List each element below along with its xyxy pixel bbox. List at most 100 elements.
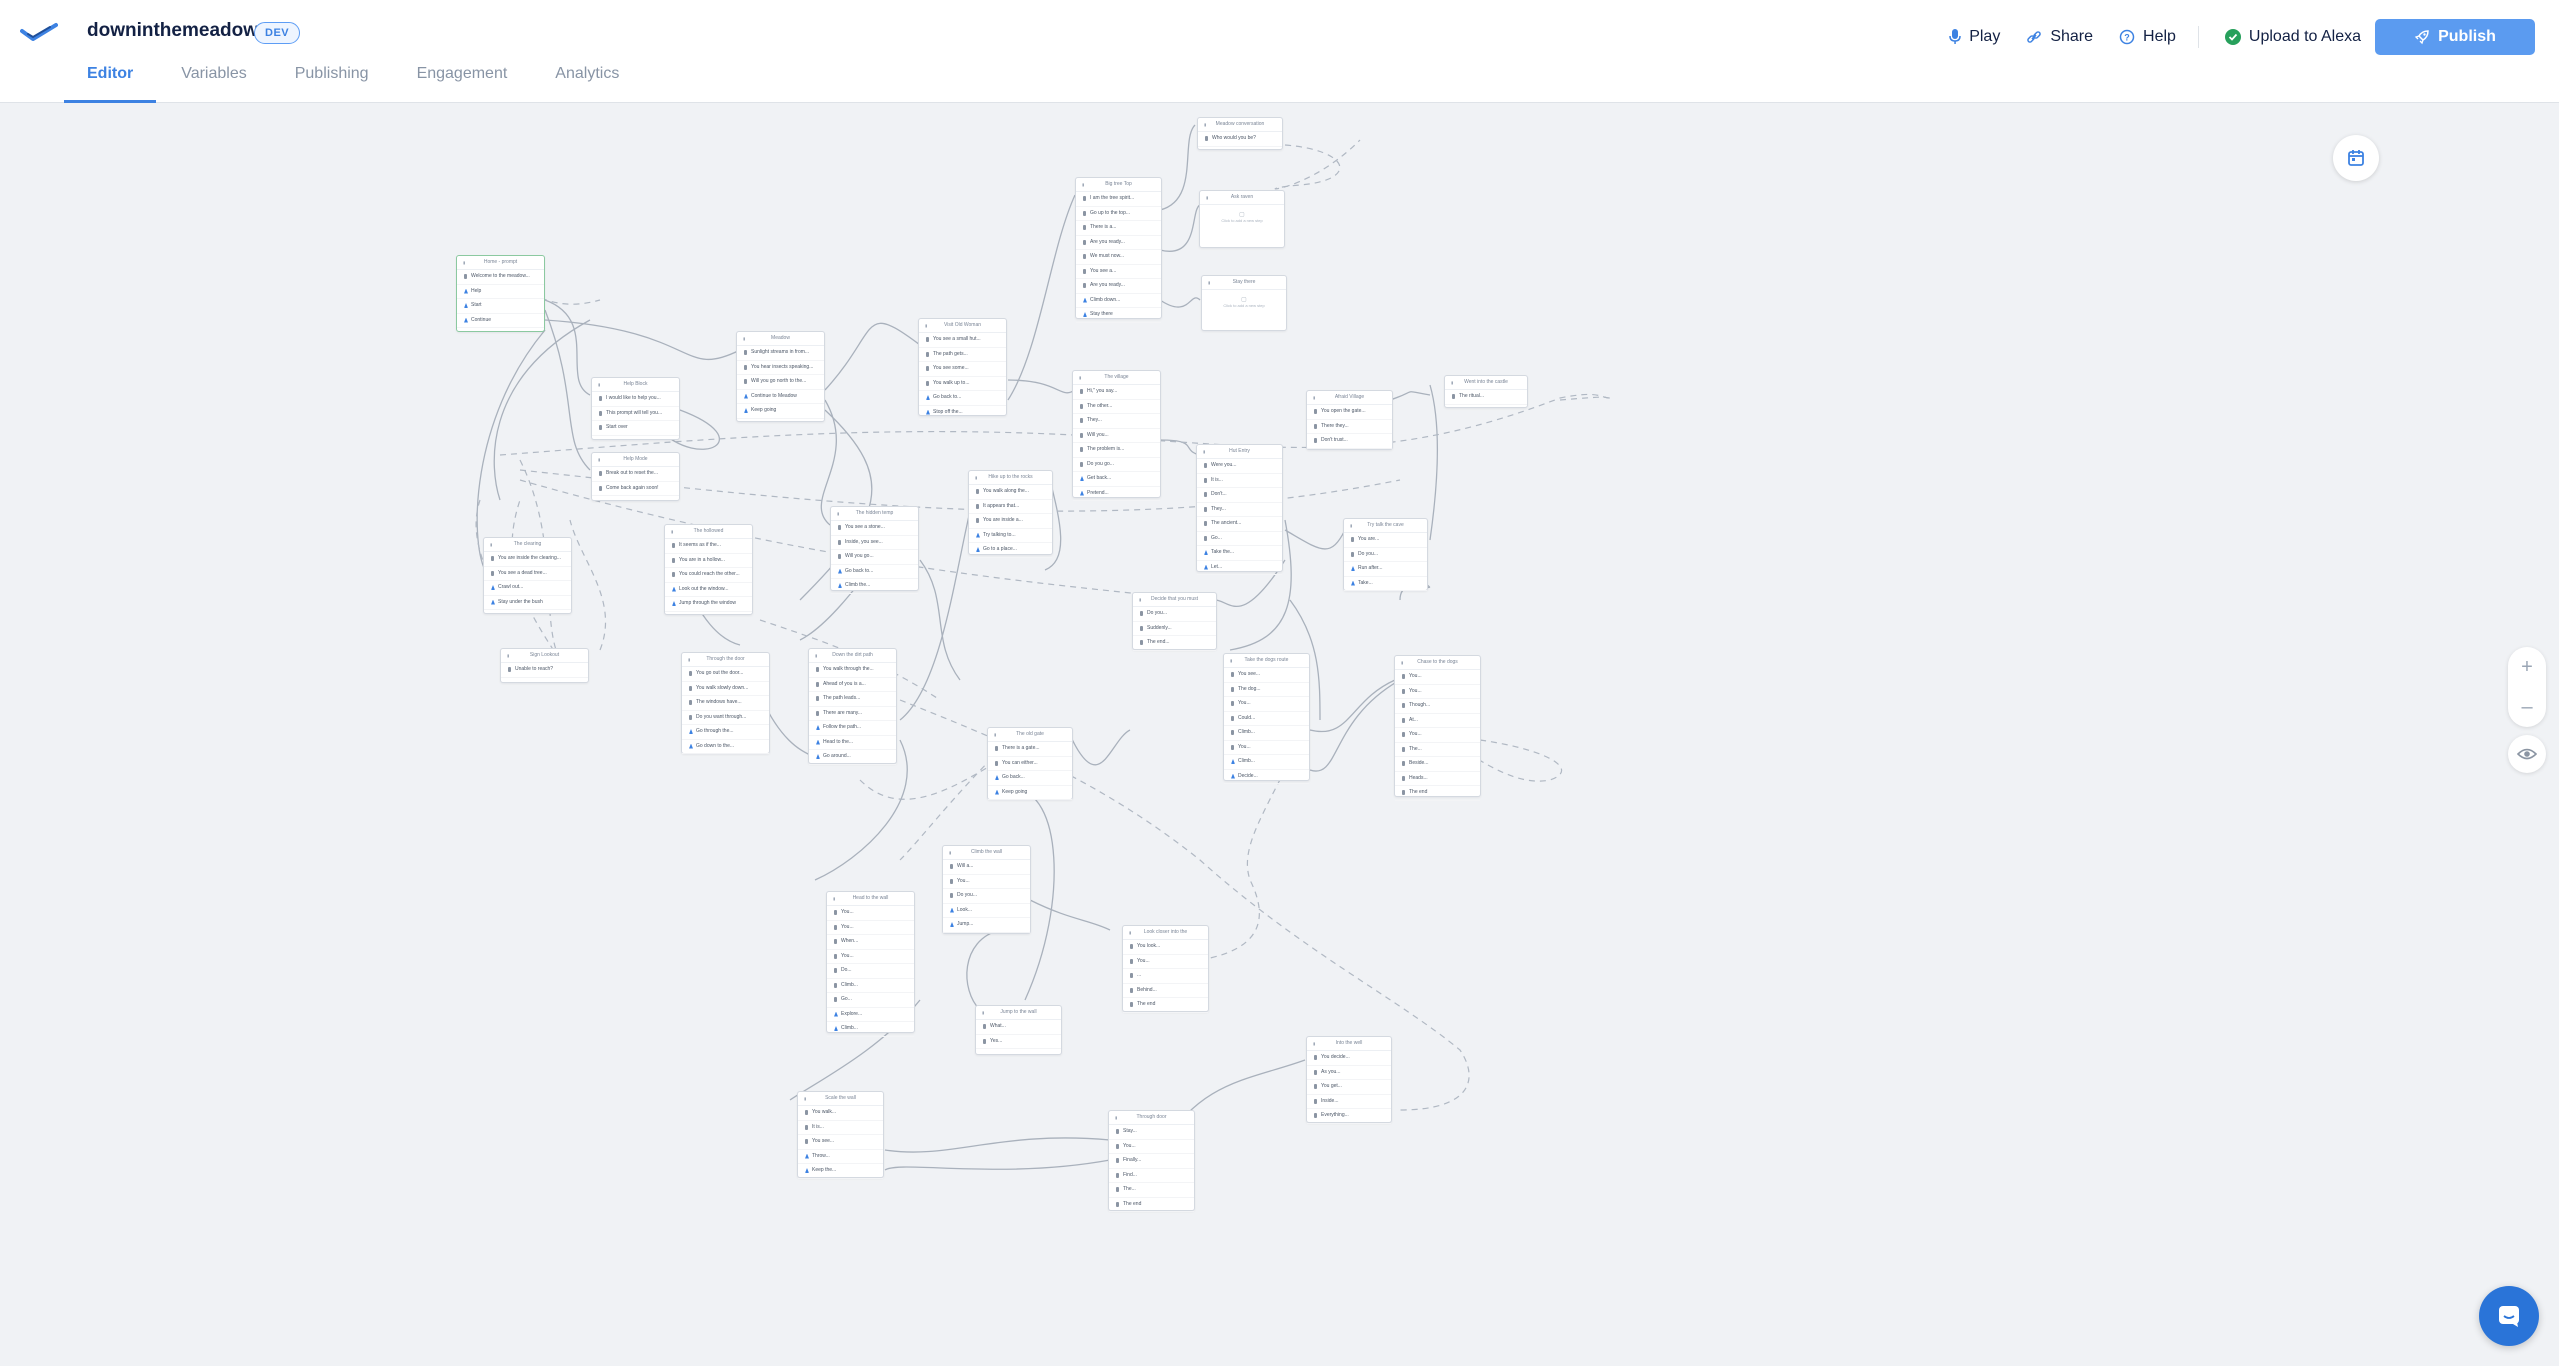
block-step[interactable]: Head to the... <box>809 736 896 750</box>
block-old-gate[interactable]: The old gate There is a gate... You can … <box>987 727 1073 800</box>
block-step[interactable]: You could reach the other... <box>665 568 752 583</box>
block-step[interactable]: Come back again soon! <box>592 482 679 496</box>
block-step[interactable]: Jump through the window <box>665 597 752 612</box>
block-step[interactable]: It is... <box>1197 474 1282 488</box>
block-step[interactable]: The... <box>1109 1183 1194 1198</box>
block-step[interactable]: Ahead of you is a... <box>809 678 896 692</box>
block-step[interactable]: Were you... <box>1197 459 1282 474</box>
block-step[interactable]: You look... <box>1123 940 1208 955</box>
block-step[interactable]: Though... <box>1395 699 1480 714</box>
block-step[interactable]: You... <box>943 875 1030 889</box>
block-hollowed[interactable]: The hollowed It seems as if the... You a… <box>664 524 753 615</box>
block-step[interactable]: Go... <box>1197 532 1282 546</box>
share-button[interactable]: Share <box>2026 28 2093 46</box>
block-step[interactable]: It appears that... <box>969 500 1052 514</box>
block-step[interactable]: Stay under the bush <box>484 596 571 610</box>
block-down-dirt-path[interactable]: Down the dirt path You walk through the.… <box>808 648 897 765</box>
block-step[interactable]: Continue to Meadow <box>737 390 824 404</box>
tab-engagement[interactable]: Engagement <box>417 56 508 103</box>
block-step[interactable]: You walk along the... <box>969 485 1052 500</box>
add-block-button[interactable] <box>2333 135 2379 181</box>
voiceflow-logo-icon[interactable] <box>20 22 58 44</box>
block-step[interactable]: Go back... <box>988 771 1072 786</box>
block-step[interactable]: Finally... <box>1109 1154 1194 1169</box>
block-step[interactable]: There is a gate... <box>988 742 1072 757</box>
block-step[interactable]: You decide... <box>1307 1051 1391 1066</box>
block-step[interactable]: Look out the window... <box>665 583 752 597</box>
zoom-in-button[interactable]: + <box>2508 647 2546 687</box>
block-step[interactable]: There are many... <box>809 707 896 721</box>
block-step[interactable]: You open the gate... <box>1307 405 1392 420</box>
block-step[interactable]: The path gets... <box>919 348 1006 362</box>
block-step[interactable]: You walk up to... <box>919 377 1006 391</box>
block-step[interactable]: They... <box>1073 414 1160 429</box>
block-step[interactable]: You see... <box>1224 668 1309 683</box>
block-step[interactable]: Look... <box>943 904 1030 918</box>
block-step[interactable]: You... <box>827 950 914 964</box>
block-step[interactable]: Go through the... <box>682 725 769 740</box>
block-step[interactable]: You get... <box>1307 1080 1391 1095</box>
block-step[interactable]: I would like to help you... <box>592 392 679 407</box>
project-name[interactable]: downinthemeadow <box>87 20 258 42</box>
block-into-the-well[interactable]: Into the well You decide... As you... Yo… <box>1306 1036 1392 1124</box>
block-step[interactable]: You... <box>1109 1140 1194 1154</box>
block-step[interactable]: Go... <box>827 993 914 1008</box>
block-step[interactable]: Behind... <box>1123 984 1208 998</box>
tab-variables[interactable]: Variables <box>181 56 247 103</box>
block-step[interactable]: Everything... <box>1307 1109 1391 1124</box>
block-step[interactable]: Continue <box>457 314 544 328</box>
block-step[interactable]: You can either... <box>988 757 1072 771</box>
support-chat-button[interactable] <box>2479 1286 2539 1346</box>
block-afraid-village[interactable]: Afraid Village You open the gate... Ther… <box>1306 390 1393 450</box>
block-clearing[interactable]: The clearing You are inside the clearing… <box>483 537 572 614</box>
block-jump-to-wall[interactable]: Jump to the wall What... Yes... <box>975 1005 1062 1055</box>
block-step[interactable]: Keep the... <box>798 1164 883 1179</box>
block-step[interactable]: Will a... <box>943 860 1030 875</box>
play-button[interactable]: Play <box>1949 28 2000 46</box>
block-step[interactable]: The ritual... <box>1445 390 1527 405</box>
block-step[interactable]: Don't trust... <box>1307 434 1392 449</box>
block-step[interactable]: Yes... <box>976 1035 1061 1049</box>
block-through-door[interactable]: Through door Stay... You... Finally... F… <box>1108 1110 1195 1212</box>
block-step[interactable]: Climb... <box>1224 755 1309 770</box>
help-button[interactable]: ? Help <box>2119 28 2176 46</box>
block-step[interactable]: Will you go north to the... <box>737 375 824 390</box>
block-step[interactable]: Will you go... <box>831 550 918 565</box>
block-step[interactable]: The ancient... <box>1197 517 1282 532</box>
block-step[interactable]: You are... <box>1344 533 1427 548</box>
block-step[interactable]: There is a... <box>1076 221 1161 236</box>
preview-toggle-button[interactable] <box>2508 735 2546 773</box>
block-step[interactable]: Break out to reset the... <box>592 467 679 482</box>
block-step[interactable]: Stop off the... <box>919 406 1006 420</box>
block-step[interactable]: The end... <box>1133 636 1216 651</box>
block-step[interactable]: As you... <box>1307 1066 1391 1080</box>
block-step[interactable]: You... <box>1395 670 1480 685</box>
block-step[interactable]: You... <box>1395 728 1480 743</box>
block-step[interactable]: You are in a hollow... <box>665 554 752 568</box>
block-step[interactable]: Crawl out... <box>484 581 571 596</box>
block-step[interactable]: Start <box>457 299 544 314</box>
block-went-into-castle[interactable]: Went into the castle The ritual... <box>1444 375 1528 408</box>
block-step[interactable]: The end <box>1123 998 1208 1013</box>
block-step[interactable]: You see some... <box>919 362 1006 377</box>
block-step[interactable]: It seems as if the... <box>665 539 752 554</box>
block-step[interactable]: When... <box>827 935 914 950</box>
block-step[interactable]: Sunlight streams in from... <box>737 346 824 361</box>
block-step[interactable]: You hear insects speaking... <box>737 361 824 375</box>
block-step[interactable]: The windows have... <box>682 696 769 711</box>
block-step[interactable]: You walk through the... <box>809 663 896 678</box>
block-step[interactable]: The other... <box>1073 400 1160 414</box>
block-step[interactable]: Keep going <box>988 786 1072 800</box>
block-step[interactable]: Go back to... <box>919 391 1006 406</box>
block-look-closer[interactable]: Look closer into the You look... You... … <box>1122 925 1209 1013</box>
block-step[interactable]: Will you... <box>1073 429 1160 443</box>
block-step[interactable]: Go back to... <box>831 565 918 579</box>
block-sign-lookout[interactable]: Sign Lookout Unable to reach? <box>500 648 589 683</box>
block-step[interactable]: This prompt will tell you... <box>592 407 679 421</box>
block-step[interactable]: You go out the door... <box>682 667 769 682</box>
block-step[interactable]: Do you go... <box>1073 458 1160 472</box>
block-step[interactable]: You... <box>1224 741 1309 755</box>
block-step[interactable]: Take the... <box>1197 546 1282 561</box>
block-step[interactable]: Climb the... <box>831 579 918 594</box>
block-step[interactable]: You walk slowly down... <box>682 682 769 696</box>
